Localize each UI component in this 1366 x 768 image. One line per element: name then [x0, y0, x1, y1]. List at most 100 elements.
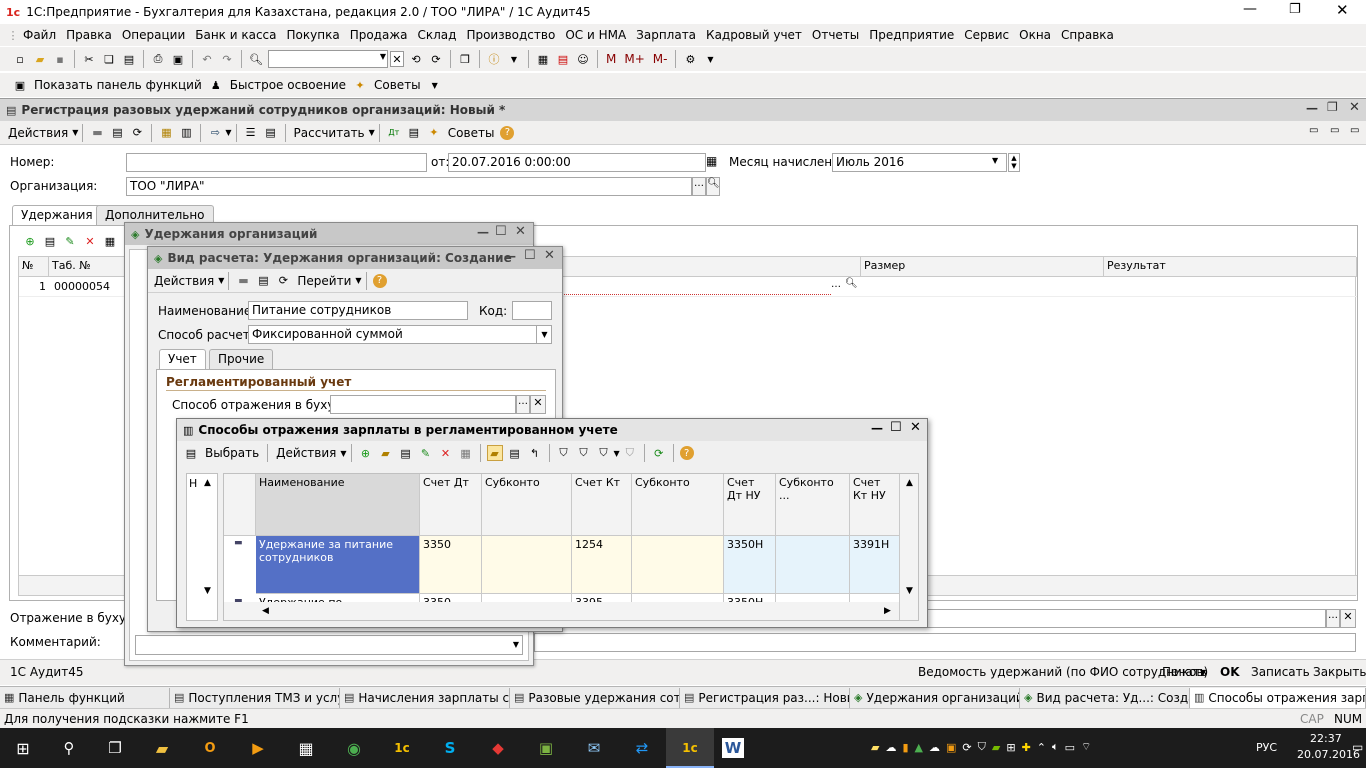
- copy-icon[interactable]: ❏: [101, 51, 117, 67]
- close-icon[interactable]: ✕: [1349, 100, 1360, 115]
- fast-learn-button[interactable]: Быстрое освоение: [226, 78, 350, 92]
- chevron-down-icon[interactable]: ▼: [536, 326, 552, 344]
- taskbar-item-1[interactable]: ▤ Поступления ТМЗ и услуг: [170, 687, 340, 708]
- ok-button[interactable]: OK: [1216, 665, 1244, 679]
- name-field[interactable]: Питание сотрудников: [248, 301, 468, 320]
- report-icon[interactable]: ▤: [406, 125, 422, 141]
- taskbar-item-4[interactable]: ▤Регистрация раз...: Новый *: [680, 687, 850, 708]
- find-next-icon[interactable]: ⟲: [408, 51, 424, 67]
- month-field[interactable]: Июль 2016: [832, 153, 1007, 172]
- panel-toggle-icon[interactable]: ▭: [1309, 125, 1318, 136]
- print-icon[interactable]: ⎙: [150, 51, 166, 67]
- scroll-right-icon[interactable]: ▶: [884, 606, 891, 616]
- sticky-notes-icon[interactable]: ▰: [871, 741, 879, 754]
- close-icon[interactable]: ✕: [544, 248, 555, 263]
- chevron-down-icon[interactable]: ▼: [225, 128, 231, 137]
- close-icon[interactable]: ✕: [515, 224, 526, 239]
- menu-item-14[interactable]: Окна: [1014, 28, 1056, 42]
- based-on-icon[interactable]: ⇨: [207, 125, 223, 141]
- chevron-down-icon[interactable]: ▼: [72, 128, 78, 137]
- menu-item-12[interactable]: Предприятие: [864, 28, 959, 42]
- memory-plus-button[interactable]: М+: [620, 52, 648, 66]
- code-field[interactable]: [512, 301, 552, 320]
- calculator-icon[interactable]: ▦: [535, 51, 551, 67]
- minimize-icon[interactable]: —: [1243, 1, 1257, 17]
- taskbar-item-3[interactable]: ▤Разовые удержания сотру...: [510, 687, 680, 708]
- delete-icon[interactable]: ✕: [438, 445, 454, 461]
- taskbar-item-7[interactable]: ▥Способы отражения зарпл...: [1190, 687, 1366, 708]
- onec-app-icon[interactable]: 1с: [378, 741, 426, 755]
- maximize-icon[interactable]: ☐: [495, 224, 507, 239]
- clear-icon[interactable]: ✕: [530, 395, 546, 414]
- magnifier-icon[interactable]: 🔍︎: [706, 177, 720, 196]
- calendar-icon[interactable]: ▦: [706, 154, 717, 168]
- actions-menu[interactable]: Действия: [150, 274, 218, 288]
- scroll-left-icon[interactable]: ◀: [262, 606, 269, 616]
- copy-icon[interactable]: ▤: [398, 445, 414, 461]
- add-icon[interactable]: ⊕: [22, 233, 38, 249]
- menu-item-3[interactable]: Банк и касса: [190, 28, 281, 42]
- preview-icon[interactable]: ▣: [170, 51, 186, 67]
- cloud-icon[interactable]: ☁: [885, 741, 896, 754]
- help-icon[interactable]: ?: [679, 446, 694, 460]
- tab-uderzhaniya[interactable]: Удержания: [12, 205, 102, 226]
- goto-menu[interactable]: Перейти: [293, 274, 355, 288]
- copy-icon[interactable]: ▤: [255, 273, 271, 289]
- find-prev-icon[interactable]: ⟳: [428, 51, 444, 67]
- close-icon[interactable]: ✕: [910, 420, 921, 435]
- windows-icon[interactable]: ❐: [457, 51, 473, 67]
- minimize-icon[interactable]: —: [871, 421, 883, 435]
- paste-icon[interactable]: ▤: [121, 51, 137, 67]
- select-ellipsis-icon[interactable]: …: [692, 177, 706, 196]
- dt-kt-icon[interactable]: Дт: [386, 125, 402, 141]
- minimize-icon[interactable]: —: [1306, 101, 1318, 115]
- clear-icon[interactable]: ✕: [1340, 609, 1356, 628]
- clear-filter-icon[interactable]: ⛉: [622, 445, 638, 461]
- organization-field[interactable]: ТОО "ЛИРА": [126, 177, 692, 196]
- show-panel-button[interactable]: Показать панель функций: [30, 78, 206, 92]
- menu-item-0[interactable]: Файл: [18, 28, 61, 42]
- scroll-down-icon[interactable]: ▼: [204, 586, 211, 596]
- taskbar-item-6[interactable]: ◈Вид расчета: Уд...: Создание: [1020, 687, 1190, 708]
- add-group-icon[interactable]: ▰: [378, 445, 394, 461]
- drive-icon[interactable]: ▲: [915, 741, 923, 754]
- language-indicator[interactable]: РУС: [1256, 741, 1277, 754]
- notifications-icon[interactable]: ▭: [1352, 740, 1363, 754]
- save-icon[interactable]: ▪: [52, 51, 68, 67]
- filter-menu-icon[interactable]: ⛉: [596, 445, 612, 461]
- panel-toggle-icon[interactable]: ▭: [1350, 125, 1359, 136]
- magnifier-icon[interactable]: 🔍︎: [845, 278, 858, 289]
- end-edit-icon[interactable]: ▦: [102, 233, 118, 249]
- office-icon[interactable]: ▮: [902, 741, 908, 754]
- select-ellipsis-icon[interactable]: …: [831, 279, 841, 290]
- spinner-icon[interactable]: ▲ ▼: [1008, 153, 1020, 172]
- copy-row-icon[interactable]: ▤: [42, 233, 58, 249]
- help-icon[interactable]: ?: [500, 125, 515, 140]
- minimize-icon[interactable]: —: [504, 249, 516, 263]
- maximize-icon[interactable]: ☐: [890, 420, 902, 435]
- cut-icon[interactable]: ✂: [81, 51, 97, 67]
- chevron-down-icon[interactable]: ▼: [992, 156, 998, 165]
- menu-item-4[interactable]: Покупка: [282, 28, 345, 42]
- settings-list-icon[interactable]: ▤: [263, 125, 279, 141]
- info-icon[interactable]: ⓘ: [486, 51, 502, 67]
- chevron-down-icon[interactable]: ▼: [369, 128, 375, 137]
- structure-icon[interactable]: ▦: [158, 125, 174, 141]
- post-icon[interactable]: ▬: [89, 125, 105, 141]
- task-view-icon[interactable]: ❐: [92, 739, 138, 757]
- refresh-doc-icon[interactable]: ⟳: [129, 125, 145, 141]
- dropdown-icon[interactable]: ▼: [506, 51, 522, 67]
- chevron-down-icon[interactable]: ▼: [1200, 668, 1206, 677]
- menu-item-6[interactable]: Склад: [412, 28, 461, 42]
- chevron-down-icon[interactable]: ▼: [340, 449, 346, 458]
- shield-icon[interactable]: ⛉: [978, 740, 986, 754]
- comment-field[interactable]: [534, 633, 1356, 652]
- delete-icon[interactable]: ✕: [82, 233, 98, 249]
- search-icon[interactable]: 🔍︎: [248, 51, 264, 67]
- reflect-method-field[interactable]: [330, 395, 516, 414]
- outlook-icon[interactable]: O: [186, 741, 234, 756]
- move-to-group-icon[interactable]: ▤: [507, 445, 523, 461]
- filter-icon[interactable]: ⛉: [556, 445, 572, 461]
- actions-menu[interactable]: Действия: [4, 126, 72, 140]
- method-field[interactable]: Фиксированной суммой: [248, 325, 552, 344]
